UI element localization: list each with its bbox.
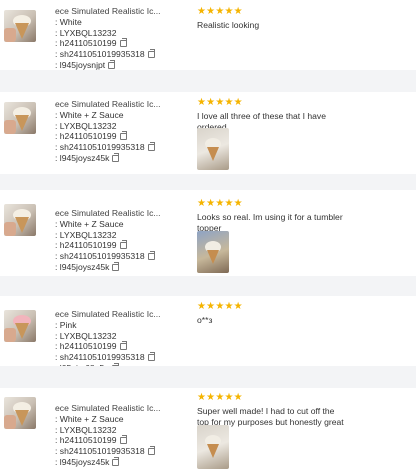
- star-rating: ★★★★★: [197, 6, 243, 17]
- product-thumbnail[interactable]: [4, 102, 36, 134]
- product-title: ece Simulated Realistic Ic...: [55, 309, 161, 319]
- sku-field: : LYXBQL13232: [55, 27, 117, 38]
- review-row: ece Simulated Realistic Ic... : White : …: [0, 0, 416, 70]
- product-thumbnail[interactable]: [4, 310, 36, 342]
- review-row: ece Simulated Realistic Ic... : White + …: [0, 388, 416, 471]
- copy-icon[interactable]: [119, 131, 127, 141]
- order-id-field: : sh2411051019935318: [55, 142, 185, 153]
- sku-field: : LYXBQL13232: [55, 229, 117, 240]
- sku-field: : LYXBQL13232: [55, 424, 117, 435]
- customer-id-field: : l945joysz45k: [55, 456, 185, 468]
- review-text: о**з: [197, 315, 213, 325]
- copy-icon[interactable]: [112, 261, 120, 271]
- variant-label: : White + Z Sauce: [55, 413, 124, 424]
- sku-field: : LYXBQL13232: [55, 330, 117, 341]
- sku-field: : LYXBQL13232: [55, 120, 117, 131]
- review-row: ece Simulated Realistic Ic... : White + …: [0, 92, 416, 174]
- copy-icon[interactable]: [119, 341, 127, 351]
- copy-icon[interactable]: [147, 49, 155, 59]
- variant-label: : Pink: [55, 319, 77, 330]
- product-thumbnail[interactable]: [4, 397, 36, 429]
- variant-label: : White + Z Sauce: [55, 109, 124, 120]
- product-title: ece Simulated Realistic Ic...: [55, 99, 161, 109]
- product-title: ece Simulated Realistic Ic...: [55, 403, 161, 413]
- customer-id-field: : l945joysz45k: [55, 152, 185, 164]
- copy-icon[interactable]: [112, 456, 120, 466]
- copy-icon[interactable]: [147, 251, 155, 261]
- barcode-field: : h24110510199: [55, 240, 185, 251]
- barcode-field: : h24110510199: [55, 131, 185, 142]
- copy-icon[interactable]: [108, 59, 116, 69]
- copy-icon[interactable]: [119, 240, 127, 250]
- review-photo[interactable]: [197, 231, 229, 273]
- star-rating: ★★★★★: [197, 198, 243, 209]
- copy-icon[interactable]: [147, 352, 155, 362]
- order-id-field: : sh2411051019935318: [55, 446, 185, 457]
- variant-label: : White: [55, 16, 82, 27]
- star-rating: ★★★★★: [197, 301, 243, 312]
- review-row: ece Simulated Realistic Ic... : White + …: [0, 190, 416, 276]
- review-text: Realistic looking: [197, 20, 260, 30]
- customer-id-field: : l945joysz45k: [55, 261, 185, 273]
- order-id-field: : sh2411051019935318: [55, 251, 185, 262]
- star-rating: ★★★★★: [197, 97, 243, 108]
- star-rating: ★★★★★: [197, 392, 243, 403]
- product-title: ece Simulated Realistic Ic...: [55, 6, 161, 16]
- order-id-field: : sh2411051019935318: [55, 352, 185, 363]
- product-thumbnail[interactable]: [4, 10, 36, 42]
- review-photo[interactable]: [197, 128, 229, 170]
- copy-icon[interactable]: [147, 446, 155, 456]
- copy-icon[interactable]: [112, 152, 120, 162]
- copy-icon[interactable]: [147, 142, 155, 152]
- barcode-field: : h24110510199: [55, 435, 185, 446]
- product-title: ece Simulated Realistic Ic...: [55, 208, 161, 218]
- review-row: ece Simulated Realistic Ic... : Pink : L…: [0, 296, 416, 373]
- barcode-field: : h24110510199: [55, 38, 185, 49]
- copy-icon[interactable]: [119, 435, 127, 445]
- order-id-field: : sh2411051019935318: [55, 49, 185, 60]
- barcode-field: : h24110510199: [55, 341, 185, 352]
- review-photo[interactable]: [197, 425, 229, 469]
- product-thumbnail[interactable]: [4, 204, 36, 236]
- copy-icon[interactable]: [119, 38, 127, 48]
- variant-label: : White + Z Sauce: [55, 218, 124, 229]
